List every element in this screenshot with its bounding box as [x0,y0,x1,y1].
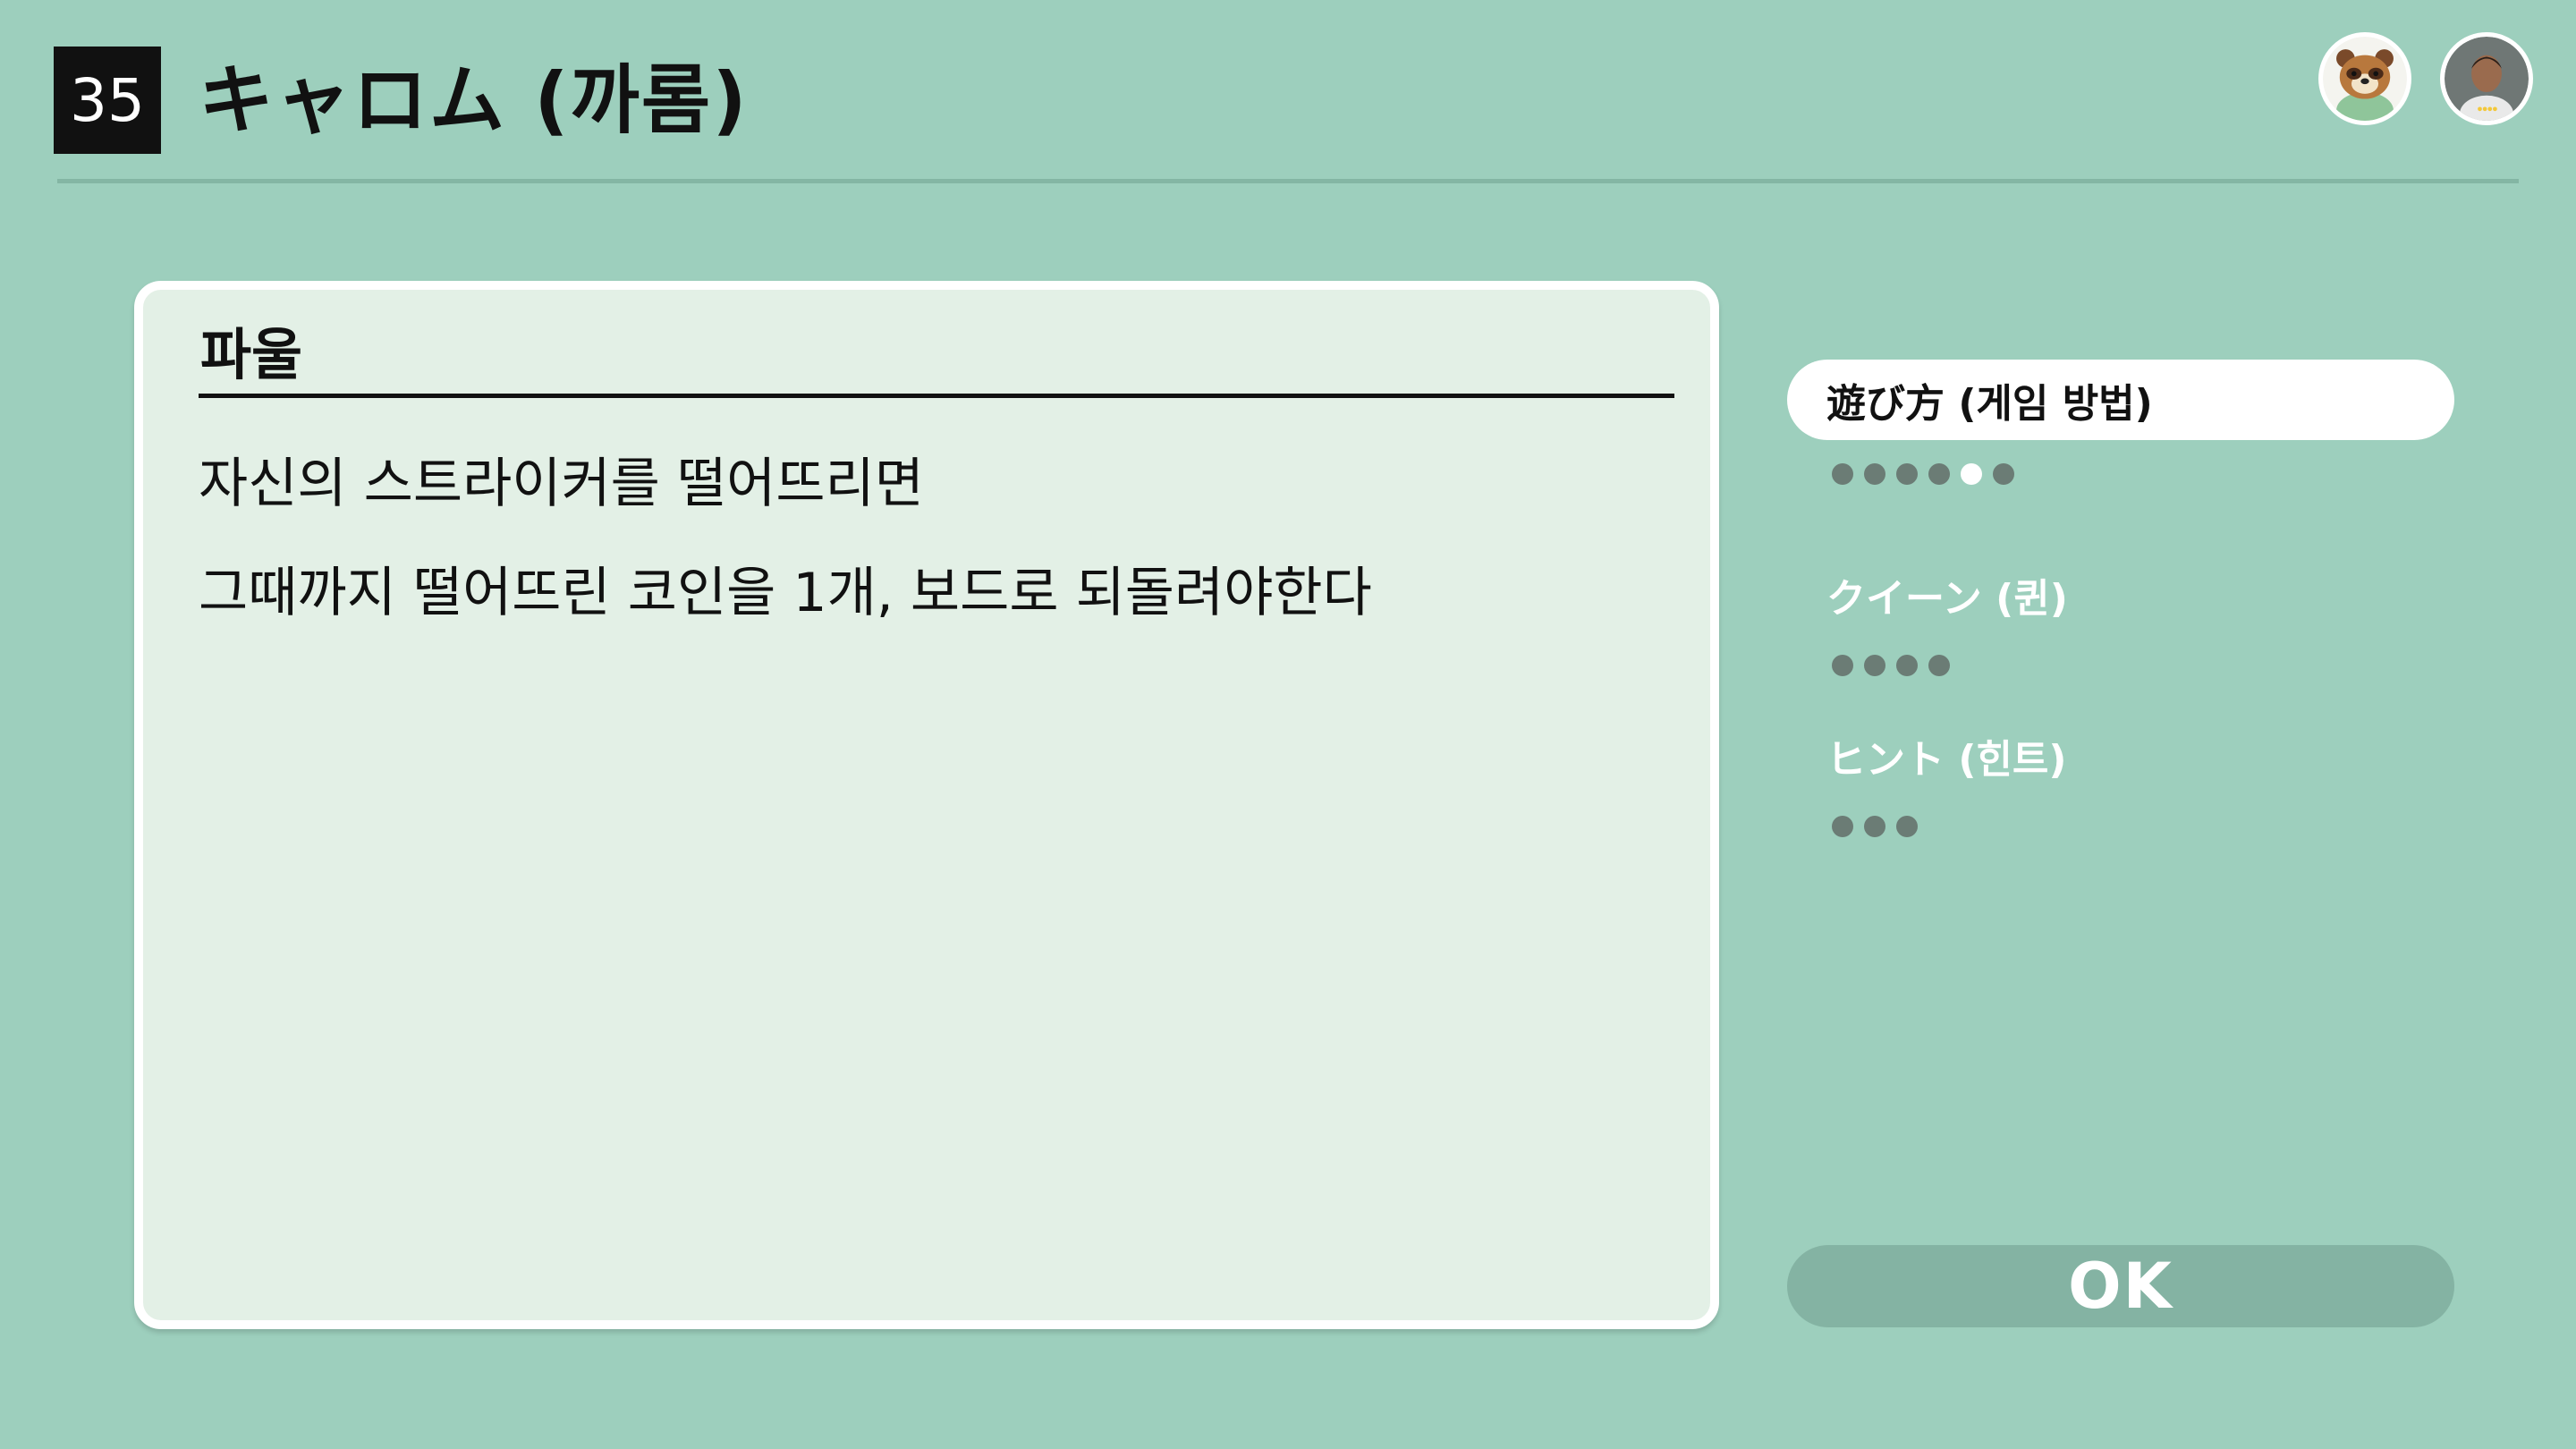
panel-title: 파울 [200,322,303,387]
game-title: キャロム (까롬) [199,56,749,144]
page-dot-current [1961,463,1982,485]
page-dot [1864,463,1885,485]
user-avatar-icon[interactable] [2440,32,2533,125]
menu-item-how-to-play[interactable]: 遊び方 (게임 방법) [1787,360,2454,440]
page-dot [1864,655,1885,676]
page-dot [1832,463,1853,485]
page-dot [1928,655,1950,676]
page-indicator-hint [1832,816,1918,837]
page-dot [1864,816,1885,837]
page-indicator-queen [1832,655,1950,676]
page-dot [1993,463,2014,485]
menu-item-label: ヒント (힌트) [1826,737,2067,783]
panel-divider [199,394,1674,398]
page-indicator-how-to-play [1832,463,2014,485]
menu-item-label: クイーン (퀸) [1826,576,2068,622]
menu-item-hint[interactable]: ヒント (힌트) [1787,716,2454,796]
ok-button[interactable]: OK [1787,1245,2454,1327]
menu-item-label: 遊び方 (게임 방법) [1826,381,2153,427]
rules-panel: 파울 자신의 스트라이커를 떨어뜨리면 그때까지 떨어뜨린 코인을 1개, 보드… [134,281,1719,1329]
page-dot [1896,655,1918,676]
page-dot [1896,463,1918,485]
page-dot [1928,463,1950,485]
page-dot [1832,655,1853,676]
menu-item-queen[interactable]: クイーン (퀸) [1787,555,2454,635]
page-dot [1832,816,1853,837]
header-divider [57,179,2519,183]
tanuki-character-icon[interactable] [2318,32,2411,125]
panel-text-line: 자신의 스트라이커를 떨어뜨리면 [199,453,924,515]
panel-text-line: 그때까지 떨어뜨린 코인을 1개, 보드로 되돌려야한다 [199,562,1372,624]
page-dot [1896,816,1918,837]
game-number-badge: 35 [54,47,161,154]
